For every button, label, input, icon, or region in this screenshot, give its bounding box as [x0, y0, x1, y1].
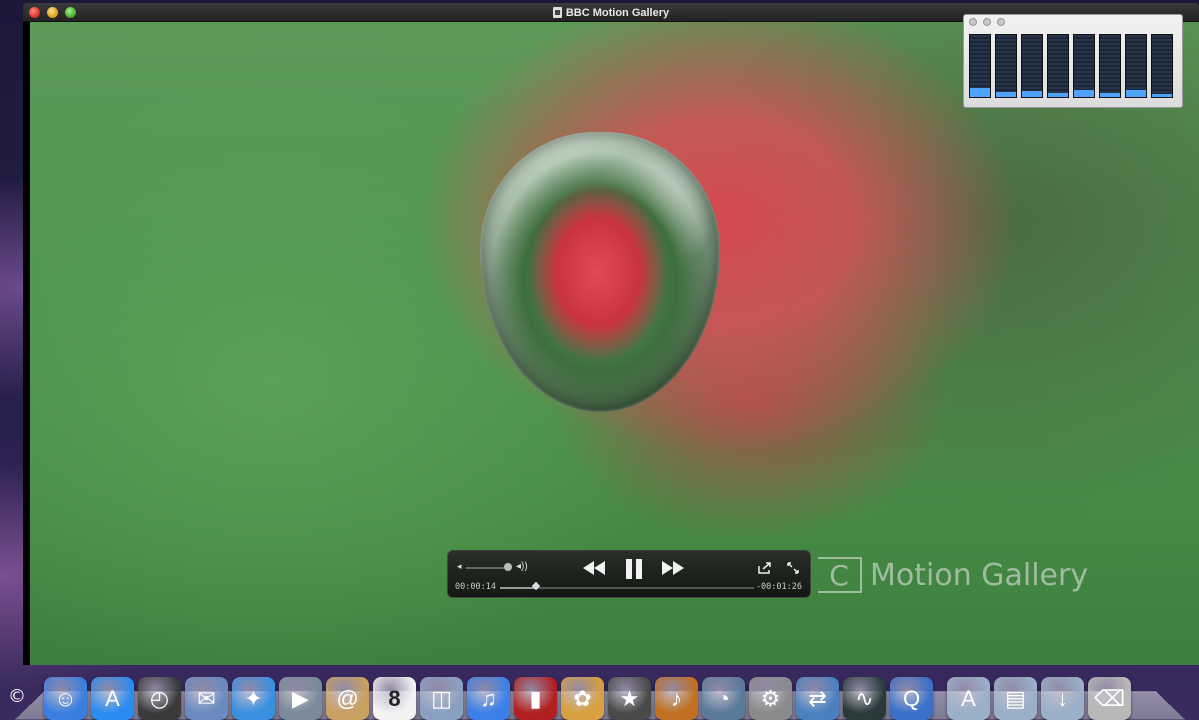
- facetime-icon[interactable]: ▶: [279, 677, 322, 720]
- dashboard-icon[interactable]: ◴: [138, 677, 181, 720]
- fast-forward-icon: [662, 561, 684, 575]
- watermark-logo: C: [818, 557, 862, 593]
- dock-separator: [937, 680, 943, 720]
- applications-folder-icon[interactable]: A: [947, 677, 990, 720]
- window-title: BBC Motion Gallery: [565, 6, 670, 19]
- widget-zoom-button[interactable]: [997, 18, 1005, 26]
- cpu-core-bar: [995, 34, 1017, 98]
- volume-slider[interactable]: [466, 567, 506, 569]
- cpu-core-fill: [1152, 93, 1172, 97]
- cpu-core-fill: [1100, 93, 1120, 97]
- cpu-core-fill: [996, 92, 1016, 97]
- cpu-core-fill: [1022, 90, 1042, 97]
- cpu-core-bar: [1151, 34, 1173, 98]
- preview-icon[interactable]: ◫: [420, 677, 463, 720]
- volume-low-icon[interactable]: ◂: [457, 561, 462, 572]
- remaining-time: -00:01:26: [755, 582, 802, 592]
- cpu-core-bar: [1021, 34, 1043, 98]
- fullscreen-icon: [787, 562, 799, 574]
- app-store-icon[interactable]: A: [91, 677, 134, 720]
- share-icon: [758, 562, 771, 574]
- front-row-icon[interactable]: ▮: [514, 677, 557, 720]
- migration-icon[interactable]: ⇄: [796, 677, 839, 720]
- safari-icon[interactable]: ✦: [232, 677, 275, 720]
- volume-high-icon[interactable]: ◂)): [516, 561, 528, 572]
- mail-stamp-icon[interactable]: ✉: [185, 677, 228, 720]
- cpu-core-bar: [1125, 34, 1147, 98]
- pause-icon: [626, 559, 642, 579]
- widget-minimize-button[interactable]: [983, 18, 991, 26]
- iphoto-icon[interactable]: ✿: [561, 677, 604, 720]
- cpu-core-bar: [1099, 34, 1121, 98]
- elapsed-time: 00:00:14: [455, 582, 496, 592]
- rewind-button[interactable]: [581, 557, 607, 579]
- cpu-monitor-window: [963, 14, 1183, 108]
- time-machine-icon[interactable]: ◔: [702, 677, 745, 720]
- volume-knob[interactable]: [504, 563, 512, 571]
- scrubber-fill: [500, 587, 536, 589]
- imovie-icon[interactable]: ★: [608, 677, 651, 720]
- quicktime-icon[interactable]: Q: [890, 677, 933, 720]
- copyright-mark: ©: [8, 686, 26, 707]
- cpu-core-bar: [1073, 34, 1095, 98]
- playback-controller: ◂ ◂)) 00:00:14 -00:01:26: [447, 550, 811, 598]
- trash-icon[interactable]: ⌫: [1088, 677, 1131, 720]
- water-drop-image: [480, 132, 720, 412]
- pause-button[interactable]: [622, 557, 646, 581]
- watermark: C Motion Gallery: [818, 557, 1088, 593]
- cpu-bars: [969, 34, 1173, 98]
- share-button[interactable]: [756, 559, 774, 577]
- downloads-folder-icon[interactable]: ↓: [1041, 677, 1084, 720]
- cpu-core-fill: [1074, 89, 1094, 97]
- address-book-icon[interactable]: @: [326, 677, 369, 720]
- cpu-core-fill: [970, 87, 990, 97]
- finder-icon[interactable]: ☺: [44, 677, 87, 720]
- itunes-icon[interactable]: ♫: [467, 677, 510, 720]
- watermark-text: Motion Gallery: [870, 557, 1089, 593]
- document-icon: [552, 7, 562, 18]
- rewind-icon: [583, 561, 605, 575]
- dock: ☺ A ◴ ✉ ✦ ▶ @8 ◫ ♫ ▮ ✿ ★ ♪ ◔ ⚙ ⇄ ∿ Q A ▤ ↓ ⌫: [44, 672, 1131, 720]
- widget-close-button[interactable]: [969, 18, 977, 26]
- cpu-core-bar: [969, 34, 991, 98]
- garageband-icon[interactable]: ♪: [655, 677, 698, 720]
- documents-folder-icon[interactable]: ▤: [994, 677, 1037, 720]
- fullscreen-button[interactable]: [784, 559, 802, 577]
- cpu-core-bar: [1047, 34, 1069, 98]
- activity-monitor-icon[interactable]: ∿: [843, 677, 886, 720]
- cpu-core-fill: [1126, 89, 1146, 97]
- system-preferences-icon[interactable]: ⚙: [749, 677, 792, 720]
- cpu-core-fill: [1048, 92, 1068, 97]
- fast-forward-button[interactable]: [660, 557, 686, 579]
- ical-icon[interactable]: 8: [373, 677, 416, 720]
